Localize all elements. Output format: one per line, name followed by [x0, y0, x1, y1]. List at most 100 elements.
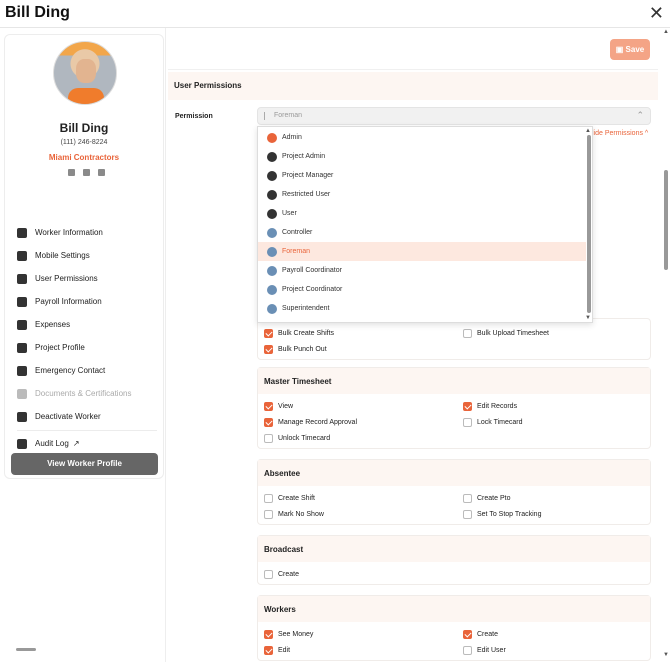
option-label: Payroll Coordinator — [282, 267, 342, 274]
dropdown-option[interactable]: Restricted User — [258, 185, 586, 204]
checkbox-unchecked[interactable] — [463, 509, 472, 519]
permission-checkbox[interactable]: Set To Stop Tracking — [463, 506, 653, 522]
permission-checkbox[interactable]: Edit Records — [463, 398, 653, 414]
checkbox-checked[interactable] — [264, 344, 273, 354]
checkbox-unchecked[interactable] — [264, 509, 273, 519]
sidebar-item[interactable]: Worker Information — [17, 221, 162, 244]
permission-checkbox[interactable]: Edit User — [463, 642, 653, 658]
checkbox-checked[interactable] — [463, 401, 472, 411]
id-icon[interactable] — [98, 169, 105, 176]
checkbox-unchecked[interactable] — [264, 569, 273, 579]
gear-icon — [17, 250, 27, 261]
dropdown-option[interactable]: Project Coordinator — [258, 280, 586, 299]
permission-checkbox[interactable]: Unlock Timecard — [264, 430, 463, 446]
checkbox-label: Lock Timecard — [477, 418, 523, 426]
checkbox-label: Edit Records — [477, 402, 518, 410]
modal-header: Bill Ding ✕ — [0, 0, 670, 28]
sidebar-item[interactable]: Expenses — [17, 313, 162, 336]
scroll-thumb[interactable] — [664, 170, 668, 270]
option-label: Admin — [282, 134, 302, 141]
checkbox-unchecked[interactable] — [463, 493, 472, 503]
permission-checkbox[interactable]: Create Pto — [463, 490, 653, 506]
scroll-down-arrow[interactable]: ▼ — [585, 315, 591, 321]
checkbox-label: Bulk Create Shifts — [278, 329, 335, 337]
permission-section-card: Workers See Money Create Edit Edit User — [257, 595, 651, 661]
permission-select[interactable]: Foreman ⌃ — [257, 107, 651, 125]
hide-permissions-link[interactable]: lide Permissions ^ — [592, 130, 648, 137]
role-icon — [267, 284, 277, 295]
dropdown-option[interactable]: User — [258, 204, 586, 223]
checkbox-grid: Create — [258, 562, 650, 584]
checkbox-grid: Create Shift Create Pto Mark No Show Set To… — [258, 486, 650, 524]
permission-checkbox[interactable]: Manage Record Approval — [264, 414, 463, 430]
chevron-up-icon[interactable]: ⌃ — [636, 110, 644, 121]
sidebar-item-label: Deactivate Worker — [35, 412, 101, 421]
sidebar-item[interactable]: Payroll Information — [17, 290, 162, 313]
email-icon[interactable] — [83, 169, 90, 176]
dropdown-option[interactable]: Project Manager — [258, 166, 586, 185]
permission-checkbox[interactable]: Bulk Punch Out — [264, 341, 463, 357]
permission-checkbox[interactable]: Mark No Show — [264, 506, 463, 522]
permission-checkbox[interactable]: Bulk Upload Timesheet — [463, 325, 653, 341]
permission-checkbox[interactable]: Bulk Create Shifts — [264, 325, 463, 341]
permission-checkbox[interactable]: See Money — [264, 626, 463, 642]
save-button[interactable]: ▣ Save — [610, 39, 650, 60]
checkbox-label: Edit — [278, 646, 291, 654]
sidebar-item[interactable]: Mobile Settings — [17, 244, 162, 267]
dropdown-scrollbar[interactable] — [587, 135, 591, 313]
dropdown-option[interactable]: Foreman — [258, 242, 586, 261]
sidebar-item-label: Mobile Settings — [35, 251, 90, 260]
phone-icon[interactable] — [68, 169, 75, 176]
checkbox-unchecked[interactable] — [264, 493, 273, 503]
checkbox-unchecked[interactable] — [264, 433, 273, 443]
option-label: Restricted User — [282, 191, 331, 198]
checkbox-checked[interactable] — [264, 401, 273, 411]
contact-icons — [68, 169, 105, 176]
worker-sidebar: Bill Ding (111) 246-8224 Miami Contracto… — [4, 34, 164, 479]
checkbox-checked[interactable] — [264, 645, 273, 655]
sidebar-item[interactable]: Project Profile — [17, 336, 162, 359]
sidebar-item[interactable]: Deactivate Worker — [17, 405, 162, 428]
checkbox-grid: Bulk Create Shifts Bulk Upload Timesheet B… — [258, 319, 650, 359]
close-icon[interactable]: ✕ — [649, 3, 664, 24]
worker-company[interactable]: Miami Contractors — [5, 153, 163, 162]
sidebar-item[interactable]: Audit Log ↗ — [17, 432, 162, 455]
permission-checkbox[interactable]: View — [264, 398, 463, 414]
permission-section-card: Master Timesheet View Edit Records Manage R… — [257, 367, 651, 449]
dropdown-option[interactable]: Admin — [258, 128, 586, 147]
dropdown-option[interactable]: Superintendent — [258, 299, 586, 318]
permission-checkbox[interactable]: Create — [463, 626, 653, 642]
permission-dropdown: Admin Project Admin Project Manager Restric… — [257, 126, 593, 323]
checkbox-checked[interactable] — [264, 417, 273, 427]
scroll-up-arrow[interactable]: ▲ — [663, 29, 669, 35]
checkbox-checked[interactable] — [264, 328, 273, 338]
checkbox-checked[interactable] — [264, 629, 273, 639]
sidebar-item[interactable]: User Permissions — [17, 267, 162, 290]
search-icon — [17, 438, 27, 449]
checkbox-checked[interactable] — [463, 629, 472, 639]
worker-name: Bill Ding — [59, 121, 109, 135]
view-worker-profile-button[interactable]: View Worker Profile — [11, 453, 158, 475]
permission-checkbox[interactable]: Lock Timecard — [463, 414, 653, 430]
dollar-icon — [17, 296, 27, 307]
checkbox-unchecked[interactable] — [463, 417, 472, 427]
role-icon — [267, 208, 277, 219]
scroll-up-arrow[interactable]: ▲ — [585, 128, 591, 134]
document-icon — [17, 388, 27, 399]
sidebar-item[interactable]: Emergency Contact — [17, 359, 162, 382]
permission-checkbox[interactable]: Edit — [264, 642, 463, 658]
avatar-vest — [68, 88, 104, 104]
dropdown-option[interactable]: Payroll Coordinator — [258, 261, 586, 280]
section-title: User Permissions — [174, 81, 242, 90]
option-label: Project Coordinator — [282, 286, 343, 293]
sidebar-item: Documents & Certifications — [17, 382, 162, 405]
scroll-down-arrow[interactable]: ▼ — [663, 652, 669, 658]
checkbox-unchecked[interactable] — [463, 645, 472, 655]
dropdown-option[interactable]: Controller — [258, 223, 586, 242]
permission-checkbox[interactable]: Create — [264, 566, 463, 582]
permission-checkbox[interactable]: Create Shift — [264, 490, 463, 506]
sidebar-scroll-handle[interactable] — [16, 648, 36, 651]
dropdown-option[interactable]: Project Admin — [258, 147, 586, 166]
page-scrollbar[interactable]: ▲ ▼ — [662, 28, 670, 662]
checkbox-unchecked[interactable] — [463, 328, 472, 338]
